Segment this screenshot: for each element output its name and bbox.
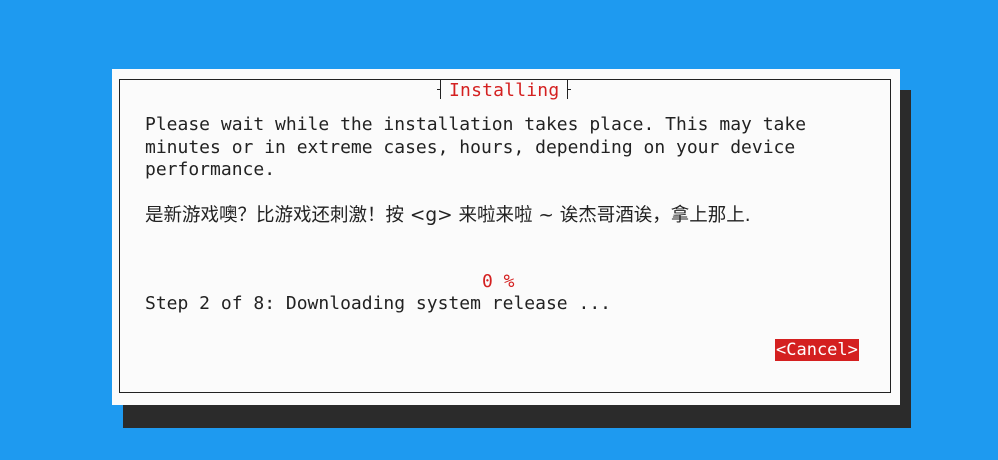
dialog-title-box: Installing <box>437 80 572 102</box>
game-prompt-text: 是新游戏噢？比游戏还刺激！按 <g> 来啦来啦 ~ 诶杰哥酒诶，拿上那上. <box>145 205 751 226</box>
step-status: Step 2 of 8: Downloading system release … <box>145 293 611 314</box>
cancel-button[interactable]: <Cancel> <box>775 339 859 361</box>
installing-dialog: Installing Please wait while the install… <box>112 69 900 405</box>
install-message: Please wait while the installation takes… <box>145 114 807 180</box>
progress-percent: 0 % <box>482 271 515 292</box>
dialog-title: Installing <box>449 80 560 101</box>
